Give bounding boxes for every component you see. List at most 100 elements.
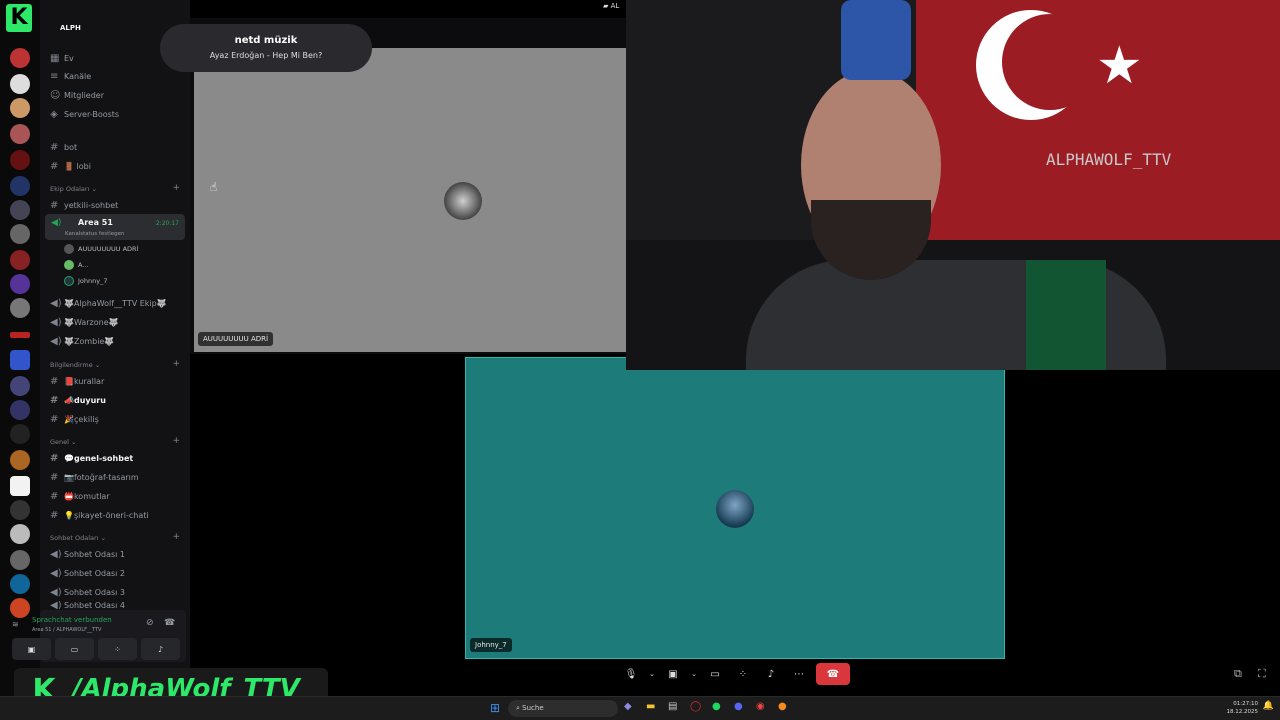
- server-icon[interactable]: [10, 574, 30, 594]
- server-icon[interactable]: [10, 48, 30, 68]
- channel-duyuru[interactable]: # 📣duyuru: [50, 392, 106, 408]
- activities-icon[interactable]: ⁘: [98, 638, 137, 660]
- add-channel-icon[interactable]: +: [172, 436, 180, 446]
- voice-channel-path[interactable]: Area 51 / ALPHAWOLF__TTV: [32, 627, 101, 633]
- channel-yetkili-sohbet[interactable]: # yetkili-sohbet: [50, 197, 118, 213]
- channel-label: 🐺Zombie🐺: [64, 336, 115, 346]
- spotify-icon[interactable]: ●: [712, 701, 721, 712]
- notification-bell-icon[interactable]: 🔔: [1263, 701, 1274, 711]
- chevron-down-icon[interactable]: ⌄: [690, 663, 698, 685]
- active-voice-channel[interactable]: ◀) Area 51 2:20:17 Kanalstatus festlegen: [45, 214, 185, 240]
- server-icon[interactable]: [10, 424, 30, 444]
- webcam-overlay: ★ ALPHAWOLF_TTV: [626, 0, 1280, 370]
- mic-icon[interactable]: 🎙: [620, 663, 642, 685]
- server-icon[interactable]: [10, 150, 30, 170]
- fullscreen-icon[interactable]: ⛶: [1258, 667, 1266, 681]
- folder-icon[interactable]: ▬: [646, 701, 655, 712]
- server-icon[interactable]: [10, 200, 30, 220]
- server-icon[interactable]: [10, 598, 30, 618]
- taskbar-clock[interactable]: 01:27:10 18.12.2025: [1227, 700, 1259, 716]
- server-icon[interactable]: [10, 400, 30, 420]
- channel-cekilis[interactable]: # 🎉çekiliş: [50, 411, 99, 427]
- channel-label: Sohbet Odası 1: [64, 549, 126, 559]
- server-icon[interactable]: [10, 176, 30, 196]
- server-icon[interactable]: [10, 476, 30, 496]
- discord-icon[interactable]: ●: [734, 701, 743, 712]
- taskbar: ⊞ ⌕ Suche ◆ ▬ ▤ ◯ ● ● ◉ ● 01:27:10 18.12…: [0, 696, 1280, 720]
- server-icon[interactable]: [10, 98, 30, 118]
- channel-fotograf[interactable]: # 📷fotoğraf-tasarım: [50, 469, 139, 485]
- server-icon[interactable]: [10, 298, 30, 318]
- soundboard-icon[interactable]: ♪: [760, 663, 782, 685]
- channel-sikayet[interactable]: # 💡şikayet-öneri-chati: [50, 507, 149, 523]
- obs-icon[interactable]: ◉: [756, 701, 765, 712]
- screen-share-icon[interactable]: ▭: [704, 663, 726, 685]
- server-icon[interactable]: [10, 224, 30, 244]
- voice-channel[interactable]: ◀) Sohbet Odası 3: [50, 584, 125, 600]
- server-icon[interactable]: [10, 450, 30, 470]
- category-ekip[interactable]: Ekip Odaları ⌄: [50, 185, 97, 193]
- taskbar-search[interactable]: ⌕ Suche: [508, 700, 618, 717]
- more-icon[interactable]: ⋯: [788, 663, 810, 685]
- camera-off-icon[interactable]: ▣: [662, 663, 684, 685]
- opera-icon[interactable]: ◯: [690, 701, 701, 712]
- category-sohbet[interactable]: Sohbet Odaları ⌄: [50, 534, 106, 542]
- popout-icon[interactable]: ⧉: [1234, 667, 1242, 681]
- firefox-icon[interactable]: ●: [778, 701, 787, 712]
- voice-channel[interactable]: ◀) Sohbet Odası 2: [50, 565, 125, 581]
- teams-icon[interactable]: ◆: [624, 701, 632, 712]
- server-icon[interactable]: [10, 124, 30, 144]
- camera-off-icon[interactable]: ▣: [12, 638, 51, 660]
- channel-lobi[interactable]: # 🚪 lobi: [50, 158, 91, 174]
- menu-item-members[interactable]: ☺ Mitglieder: [50, 87, 104, 103]
- server-icon[interactable]: [10, 350, 30, 370]
- disconnect-icon[interactable]: ☎: [164, 618, 175, 628]
- search-placeholder: Suche: [522, 704, 544, 712]
- menu-item-boosts[interactable]: ◈ Server-Boosts: [50, 106, 119, 122]
- server-icon[interactable]: [10, 250, 30, 270]
- voice-channel[interactable]: ◀) 🐺AlphaWolf__TTV Ekip🐺: [50, 295, 167, 311]
- windows-start-icon[interactable]: ⊞: [490, 701, 500, 715]
- add-channel-icon[interactable]: +: [172, 532, 180, 542]
- category-bilgilendirme[interactable]: Bilgilendirme ⌄: [50, 361, 100, 369]
- category-genel[interactable]: Genel ⌄: [50, 438, 76, 446]
- voice-channel[interactable]: ◀) Sohbet Odası 4: [50, 601, 125, 609]
- channel-komutlar[interactable]: # 📛komutlar: [50, 488, 110, 504]
- server-icon[interactable]: [10, 74, 30, 94]
- server-icon[interactable]: [10, 332, 30, 338]
- voice-channel[interactable]: ◀) 🐺Warzone🐺: [50, 314, 119, 330]
- video-tile-speaking[interactable]: Johnny_7: [465, 357, 1005, 659]
- activities-icon[interactable]: ⁘: [732, 663, 754, 685]
- menu-item-channels[interactable]: ≡ Kanäle: [50, 68, 91, 84]
- channel-genel-sohbet[interactable]: # 💬genel-sohbet: [50, 450, 133, 466]
- server-icon[interactable]: [10, 376, 30, 396]
- server-icon[interactable]: [10, 550, 30, 570]
- server-icon[interactable]: [10, 274, 30, 294]
- soundboard-icon[interactable]: ♪: [141, 638, 180, 660]
- hang-up-button[interactable]: ☎: [816, 663, 850, 685]
- server-icon[interactable]: [10, 524, 30, 544]
- channel-bot[interactable]: # bot: [50, 139, 77, 155]
- add-channel-icon[interactable]: +: [172, 183, 180, 193]
- menu-item-events[interactable]: ▦ Ev: [50, 50, 74, 66]
- screen-share-icon[interactable]: ▭: [55, 638, 94, 660]
- server-icon[interactable]: [10, 500, 30, 520]
- voice-channel[interactable]: ◀) 🐺Zombie🐺: [50, 333, 114, 349]
- voice-member[interactable]: AUUUUUUUU ADRİ: [64, 244, 138, 254]
- store-icon[interactable]: ▤: [668, 701, 677, 712]
- video-tile[interactable]: AUUUUUUUU ADRİ: [194, 48, 626, 352]
- voice-member[interactable]: Johnny_7: [64, 276, 108, 286]
- server-name[interactable]: ALPH: [60, 24, 81, 32]
- chevron-down-icon[interactable]: ⌄: [648, 663, 656, 685]
- hash-icon: #: [50, 509, 59, 521]
- noise-suppression-icon[interactable]: ⊘: [146, 618, 154, 628]
- channel-kurallar[interactable]: # 📕kurallar: [50, 373, 104, 389]
- add-channel-icon[interactable]: +: [172, 359, 180, 369]
- hash-icon: #: [50, 160, 59, 172]
- voice-channel[interactable]: ◀) Sohbet Odası 1: [50, 546, 125, 562]
- signal-icon[interactable]: ≋: [12, 620, 19, 629]
- member-name: A...: [78, 261, 89, 269]
- channel-status-prompt[interactable]: Kanalstatus festlegen: [65, 231, 125, 237]
- voice-member[interactable]: A...: [64, 260, 89, 270]
- voice-status[interactable]: Sprachchat verbunden: [32, 616, 112, 624]
